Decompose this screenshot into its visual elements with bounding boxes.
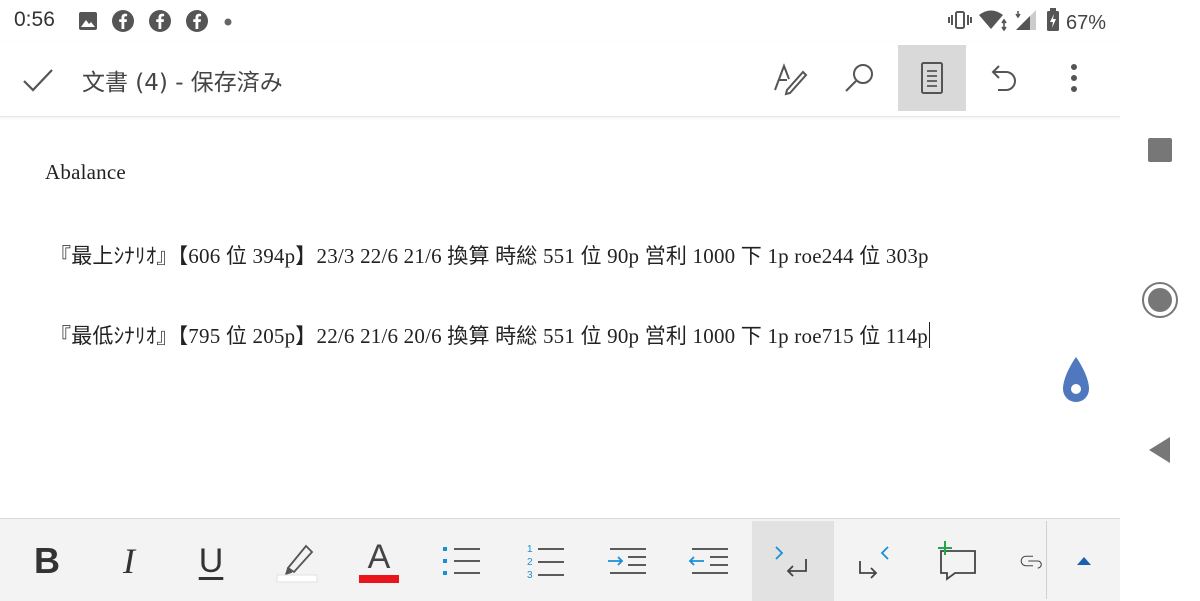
- doc-line[interactable]: 『最上ｼﾅﾘｵ』【606 位 394p】23/3 22/6 21/6 換算 時総…: [50, 240, 929, 270]
- facebook-icon: [111, 9, 135, 38]
- status-time: 0:56: [14, 8, 55, 31]
- search-icon: [845, 64, 873, 92]
- back-triangle-icon: [1149, 437, 1170, 463]
- draw-button[interactable]: [756, 45, 824, 111]
- font-color-button[interactable]: A: [338, 521, 420, 601]
- doc-line[interactable]: 『最低ｼﾅﾘｵ』【795 位 205p】22/6 21/6 20/6 換算 時総…: [50, 320, 931, 350]
- highlight-button[interactable]: [256, 521, 338, 601]
- mobile-view-button[interactable]: [898, 45, 966, 111]
- highlighter-icon: [276, 544, 318, 583]
- more-options-button[interactable]: [1040, 45, 1108, 111]
- increase-indent-button[interactable]: [586, 521, 668, 601]
- bold-label: B: [34, 540, 60, 581]
- vibrate-icon: [947, 9, 972, 37]
- numbering-button[interactable]: 1 2 3: [504, 521, 586, 601]
- cursor-handle-icon: [1063, 357, 1089, 402]
- draw-pen-icon: [774, 63, 808, 96]
- battery-icon: [1046, 8, 1060, 38]
- search-button[interactable]: [826, 45, 894, 111]
- dot-icon: [222, 15, 234, 33]
- decrease-indent-icon: [688, 548, 728, 574]
- svg-text:3: 3: [527, 570, 533, 581]
- line-break-button[interactable]: [834, 521, 916, 601]
- check-icon: [23, 69, 53, 92]
- svg-text:1: 1: [527, 544, 533, 555]
- link-button[interactable]: [998, 521, 1046, 601]
- battery-percent: 67%: [1065, 11, 1106, 34]
- font-color-icon: A: [359, 538, 399, 583]
- svg-text:2: 2: [527, 557, 533, 568]
- font-color-label: A: [368, 538, 391, 576]
- back-button[interactable]: [1120, 415, 1200, 485]
- more-vert-icon: [1071, 64, 1077, 92]
- facebook-icon: [185, 9, 209, 38]
- link-icon: [1020, 555, 1042, 569]
- status-bar: 0:56 67%: [0, 0, 1120, 42]
- formatting-toolbar: B I U A 1 2 3: [0, 518, 1120, 601]
- document-title: 文書 (4) - 保存済み: [82, 70, 283, 96]
- app-bar: 文書 (4) - 保存済み: [0, 42, 1120, 117]
- caret-up-icon: [1076, 557, 1091, 565]
- cursor-handle[interactable]: [1061, 351, 1091, 412]
- return-arrow-icon: [775, 546, 807, 577]
- document-canvas[interactable]: Abalance 『最上ｼﾅﾘｵ』【606 位 394p】23/3 22/6 2…: [0, 118, 1120, 518]
- undo-button[interactable]: [970, 45, 1038, 111]
- italic-label: I: [123, 541, 135, 581]
- image-icon: [78, 11, 98, 36]
- done-check-button[interactable]: [20, 62, 56, 98]
- text-caret: [928, 322, 931, 348]
- signal-icon: [1014, 9, 1040, 37]
- undo-icon: [991, 65, 1016, 91]
- line-break-icon: [859, 546, 889, 579]
- system-nav-bar: [1120, 0, 1200, 600]
- home-circle-icon: [1142, 282, 1178, 318]
- bold-button[interactable]: B: [6, 521, 88, 601]
- bullets-button[interactable]: [420, 521, 502, 601]
- facebook-icon: [148, 9, 172, 38]
- increase-indent-icon: [608, 548, 646, 574]
- italic-button[interactable]: I: [88, 521, 170, 601]
- mobile-view-icon: [921, 62, 943, 94]
- new-comment-button[interactable]: [916, 521, 998, 601]
- word-app: 0:56 67% 文書 (4) - 保存済み Abalance 『最上ｼﾅﾘｵ』…: [0, 0, 1120, 601]
- recents-square-icon: [1148, 138, 1172, 162]
- numbered-list-icon: 1 2 3: [527, 544, 564, 581]
- underline-label: U: [198, 541, 224, 580]
- recents-button[interactable]: [1120, 115, 1200, 185]
- doc-line-text: 『最低ｼﾅﾘｵ』【795 位 205p】22/6 21/6 20/6 換算 時総…: [50, 324, 928, 348]
- comment-add-icon: [938, 541, 976, 581]
- home-button[interactable]: [1120, 265, 1200, 335]
- bullet-list-icon: [443, 547, 480, 575]
- decrease-indent-button[interactable]: [668, 521, 750, 601]
- paragraph-return-button[interactable]: [752, 521, 834, 601]
- wifi-icon: [978, 9, 1008, 37]
- underline-button[interactable]: U: [170, 521, 252, 601]
- doc-line[interactable]: Abalance: [45, 160, 126, 185]
- expand-toolbar-button[interactable]: [1047, 521, 1120, 601]
